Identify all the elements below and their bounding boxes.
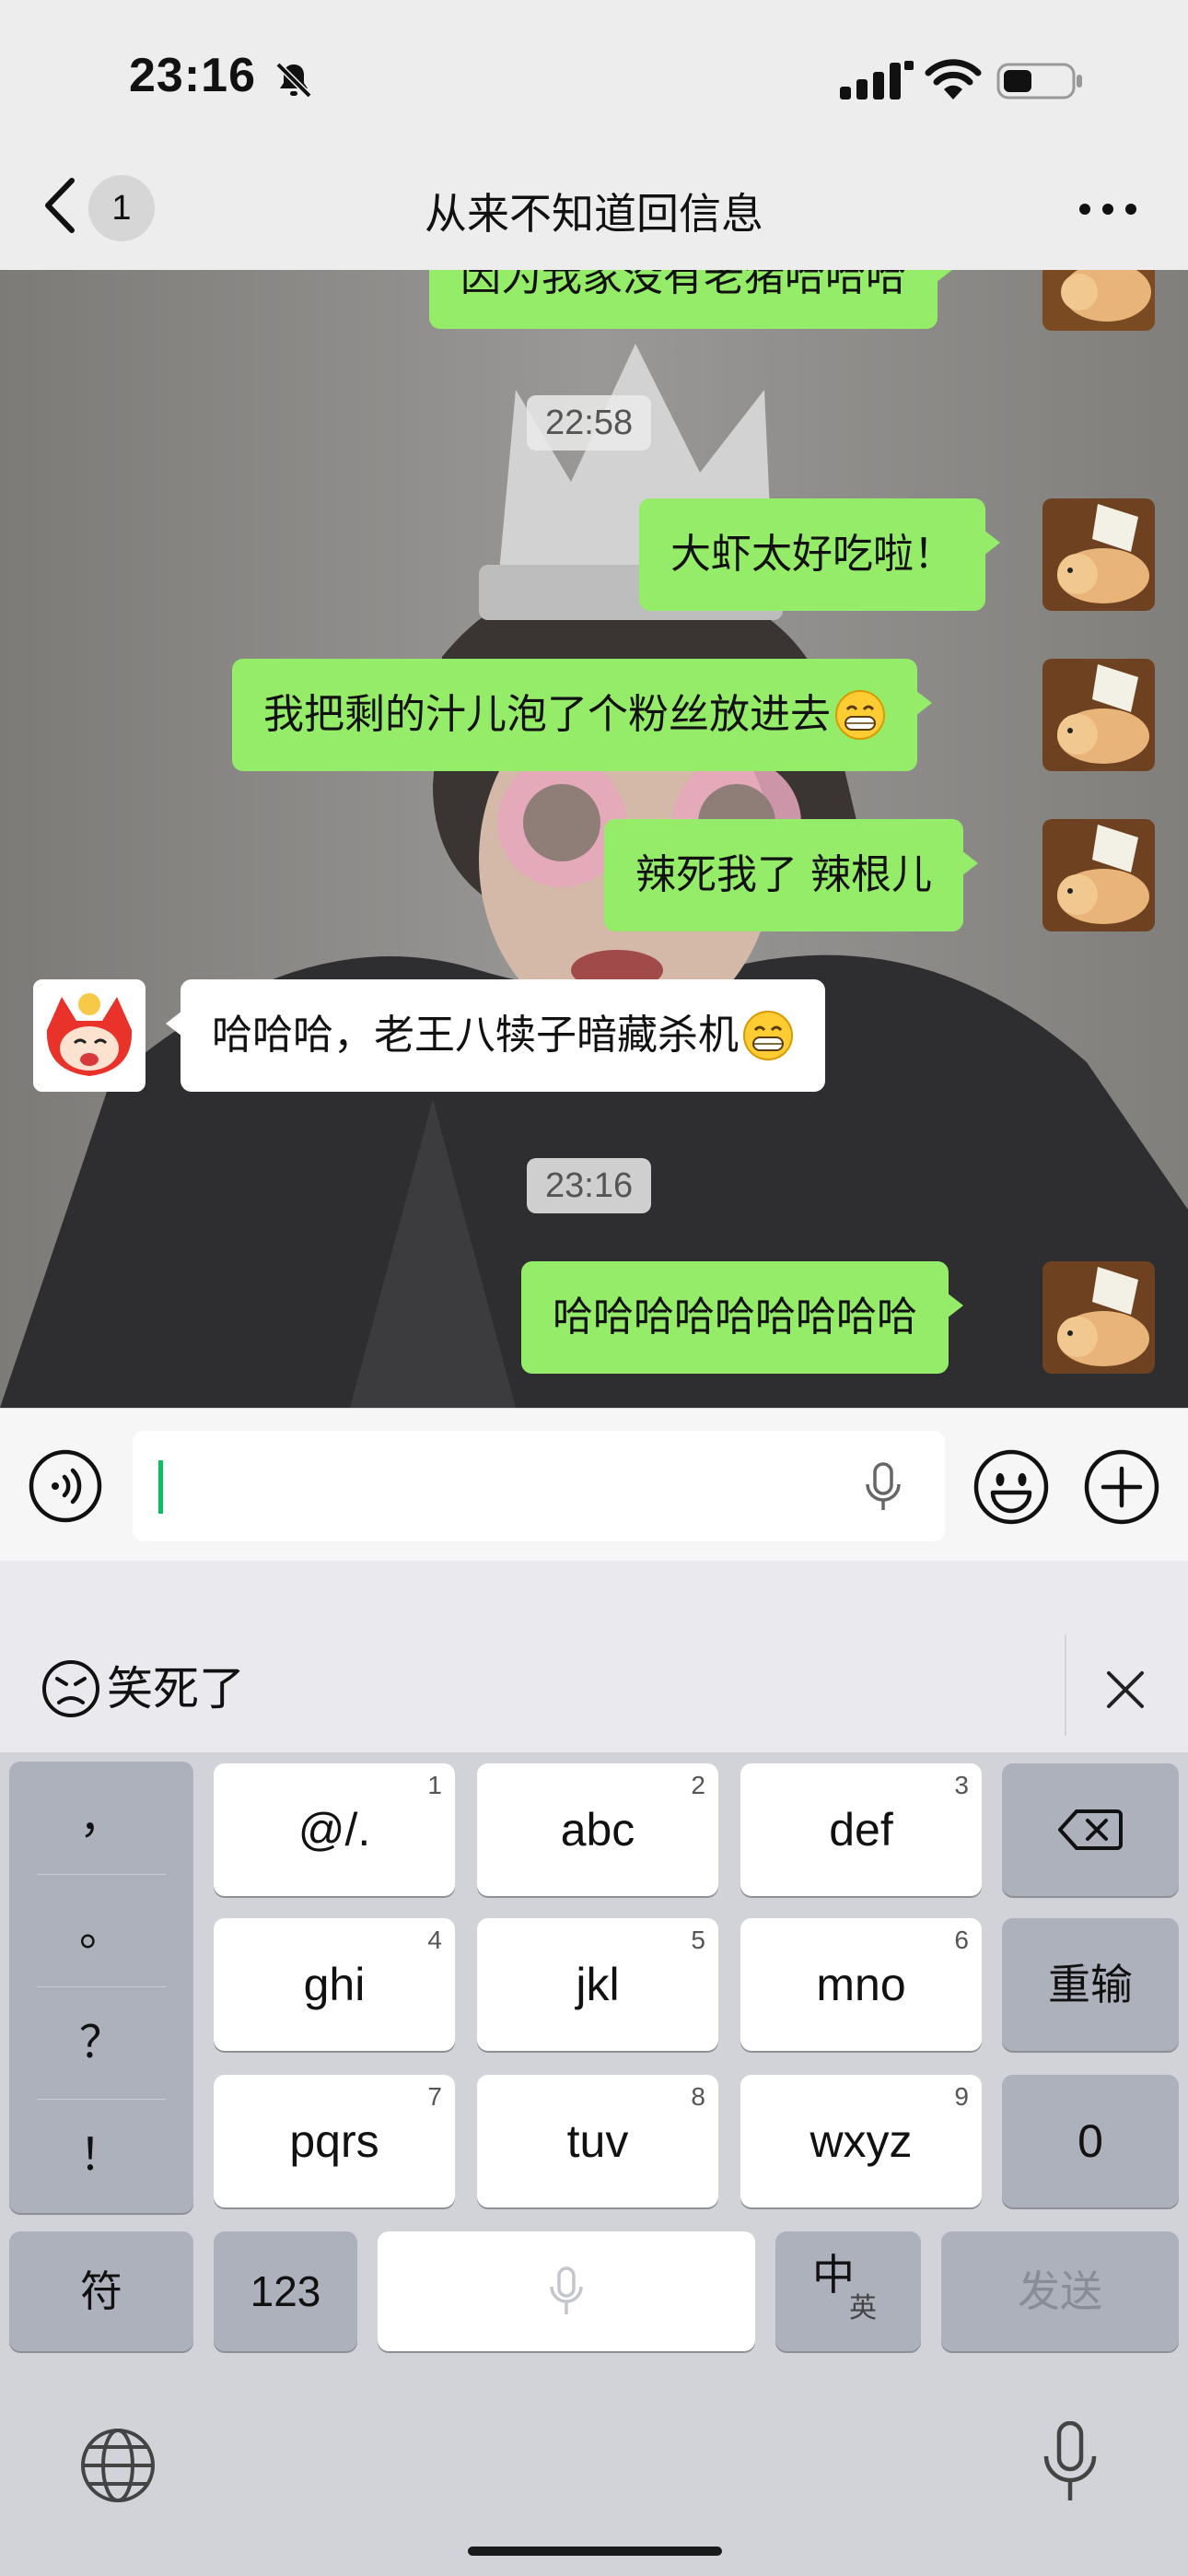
- key-0[interactable]: 0: [1002, 2075, 1179, 2207]
- key-label: 重输: [1048, 1961, 1133, 2008]
- dictation-mic-icon[interactable]: [1041, 2421, 1100, 2504]
- chat-area[interactable]: 因为我家没有老猪哈哈哈 22:58 大虾太好吃啦！ 我把剩的汁儿泡了个粉丝放进去: [0, 270, 1188, 1408]
- plus-icon[interactable]: [1083, 1448, 1160, 1526]
- message-text: 哈哈哈，老王八犊子暗藏杀机: [212, 1012, 739, 1059]
- send-key[interactable]: 发送: [941, 2231, 1179, 2351]
- wifi-icon: [925, 59, 982, 100]
- key-8[interactable]: 8 tuv: [477, 2075, 718, 2207]
- retype-key[interactable]: 重输: [1002, 1918, 1179, 2051]
- key-label: 123: [250, 2267, 321, 2315]
- key-3[interactable]: 3 def: [740, 1763, 982, 1896]
- key-label: ghi: [303, 1959, 366, 2010]
- key-7[interactable]: 7 pqrs: [214, 2075, 455, 2207]
- bell-off-icon: [275, 62, 312, 99]
- mic-icon: [550, 2266, 583, 2314]
- close-icon[interactable]: [1105, 1669, 1146, 1710]
- status-time: 23:16: [129, 49, 256, 102]
- backspace-icon: [1058, 1809, 1123, 1850]
- key-4[interactable]: 4 ghi: [214, 1918, 455, 2051]
- message-bubble-outgoing[interactable]: 我把剩的汁儿泡了个粉丝放进去: [232, 659, 932, 771]
- my-avatar[interactable]: [1042, 1261, 1155, 1374]
- message-text-field[interactable]: [133, 1431, 945, 1541]
- key-label: def: [829, 1804, 893, 1856]
- keyboard: 笑死了 ， 。 ？ ！ 1 @/. 2 abc 3 def 4 ghi 5 jk…: [0, 1561, 1188, 2576]
- key-2[interactable]: 2 abc: [477, 1763, 718, 1896]
- punctuation-column: ， 。 ？ ！: [9, 1762, 193, 2213]
- message-timestamp: 22:58: [527, 395, 652, 451]
- voice-icon[interactable]: [28, 1448, 103, 1524]
- key-label: @/.: [297, 1804, 371, 1856]
- numbers-key[interactable]: 123: [214, 2231, 357, 2351]
- message-bubble-outgoing[interactable]: 因为我家没有老猪哈哈哈: [429, 270, 952, 329]
- key-label: tuv: [566, 2115, 629, 2167]
- divider: [1065, 1634, 1066, 1736]
- punctuation-key[interactable]: 。: [9, 1874, 193, 1986]
- key-label: pqrs: [289, 2115, 379, 2167]
- contact-avatar[interactable]: [33, 979, 146, 1092]
- key-1[interactable]: 1 @/.: [214, 1763, 455, 1896]
- message-bubble-outgoing[interactable]: 哈哈哈哈哈哈哈哈哈: [521, 1261, 963, 1374]
- globe-icon[interactable]: [79, 2427, 157, 2504]
- key-label: mno: [816, 1959, 906, 2010]
- message-bubble-outgoing[interactable]: 大虾太好吃啦！: [639, 498, 1000, 611]
- punctuation-key[interactable]: ！: [9, 2099, 193, 2211]
- battery-icon: [996, 63, 1082, 100]
- grin-emoji-icon: [835, 690, 885, 740]
- backspace-key[interactable]: [1002, 1763, 1179, 1896]
- suggestion-emoji-icon[interactable]: [41, 1658, 101, 1719]
- message-bubble-incoming[interactable]: 哈哈哈，老王八犊子暗藏杀机: [166, 979, 825, 1092]
- suggestion-word[interactable]: 笑死了: [107, 1658, 245, 1719]
- emoji-icon[interactable]: [973, 1448, 1050, 1526]
- my-avatar[interactable]: [1042, 659, 1155, 771]
- punctuation-key[interactable]: ，: [9, 1762, 193, 1874]
- punctuation-key[interactable]: ？: [9, 1986, 193, 2099]
- key-number: 3: [954, 1771, 969, 1799]
- message-bubble-outgoing[interactable]: 辣死我了 辣根儿: [604, 819, 978, 931]
- key-label: 发送: [1018, 2267, 1102, 2315]
- mic-icon[interactable]: [860, 1462, 906, 1512]
- key-number: 9: [954, 2082, 969, 2111]
- suggestion-bar: 笑死了: [0, 1561, 1188, 1752]
- message-text: 大虾太好吃啦！: [670, 531, 954, 578]
- message-text: 辣死我了 辣根儿: [635, 851, 932, 898]
- message-timestamp: 23:16: [527, 1158, 652, 1213]
- space-key[interactable]: [378, 2231, 755, 2351]
- key-number: 4: [427, 1926, 442, 1954]
- back-chevron-icon[interactable]: [37, 173, 83, 238]
- key-6[interactable]: 6 mno: [740, 1918, 982, 2051]
- chat-title: 从来不知道回信息: [425, 189, 763, 239]
- text-cursor: [158, 1460, 163, 1514]
- key-label-secondary: 英: [849, 2293, 877, 2324]
- my-avatar[interactable]: [1042, 819, 1155, 931]
- message-text: 因为我家没有老猪哈哈哈: [460, 270, 906, 300]
- language-switch-key[interactable]: 中 英: [775, 2231, 921, 2351]
- key-label: 0: [1077, 2115, 1103, 2167]
- message-text: 我把剩的汁儿泡了个粉丝放进去: [263, 691, 831, 738]
- unread-count-badge[interactable]: 1: [88, 175, 155, 241]
- key-number: 8: [691, 2082, 705, 2111]
- key-number: 2: [691, 1771, 705, 1799]
- key-5[interactable]: 5 jkl: [477, 1918, 718, 2051]
- key-number: 5: [691, 1926, 705, 1954]
- cellular-signal-icon: [840, 61, 914, 100]
- home-indicator: [468, 2547, 722, 2556]
- symbols-key[interactable]: 符: [9, 2231, 193, 2351]
- message-text: 哈哈哈哈哈哈哈哈哈: [553, 1294, 917, 1341]
- key-number: 7: [427, 2082, 442, 2111]
- top-bar: 23:16 1 从来不知道回信息: [0, 0, 1188, 270]
- grin-emoji-icon: [743, 1011, 793, 1060]
- key-label: abc: [560, 1804, 635, 1856]
- key-label: jkl: [576, 1959, 620, 2010]
- my-avatar[interactable]: [1042, 270, 1155, 331]
- key-label: wxyz: [809, 2115, 913, 2167]
- key-9[interactable]: 9 wxyz: [740, 2075, 982, 2207]
- key-number: 6: [954, 1926, 969, 1954]
- more-icon[interactable]: [1077, 195, 1138, 223]
- key-label: 符: [80, 2267, 122, 2315]
- my-avatar[interactable]: [1042, 498, 1155, 611]
- key-number: 1: [427, 1771, 442, 1799]
- message-input-bar: [0, 1408, 1188, 1561]
